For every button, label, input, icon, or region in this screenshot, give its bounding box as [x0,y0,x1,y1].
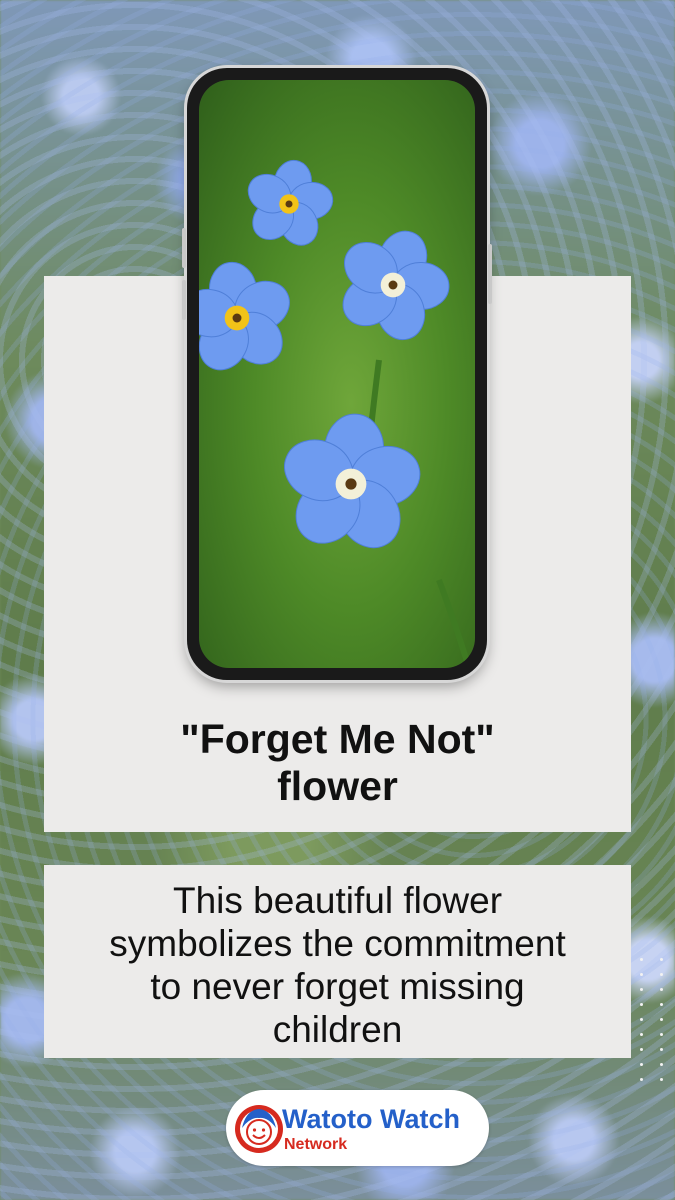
logo-name: Watoto Watch [282,1104,460,1134]
decorative-dot [640,1063,643,1066]
decorative-dot [660,1033,663,1036]
title-line-2: flower [277,763,398,809]
decorative-dot [660,1063,663,1066]
title-line-1: "Forget Me Not" [180,716,495,762]
flower-1 [247,159,334,246]
flower-4 [284,413,421,549]
decorative-dot [660,1018,663,1021]
decorative-dot [660,988,663,991]
flower-3 [342,230,450,341]
decorative-dot [660,1048,663,1051]
decorative-dots [634,958,674,1088]
decorative-dot [660,1003,663,1006]
description-line-4: children [272,1009,403,1050]
decorative-dot [640,1003,643,1006]
phone-mockup [182,68,492,680]
description-line-1: This beautiful flower [172,880,503,921]
decorative-dot [640,1078,643,1081]
phone-side-button [488,244,492,304]
page-title: "Forget Me Not" flower [44,716,631,810]
decorative-dot [640,958,643,961]
decorative-dot [640,1048,643,1051]
decorative-dot [640,973,643,976]
description-line-2: symbolizes the commitment [109,923,566,964]
description-line-3: to never forget missing [150,966,525,1007]
decorative-dot [660,958,663,961]
decorative-dot [660,973,663,976]
decorative-dot [660,1078,663,1081]
phone-screen-flower-photo [199,80,475,668]
description-text: This beautiful flower symbolizes the com… [44,879,631,1051]
decorative-dot [640,988,643,991]
flower-2 [199,261,290,371]
decorative-dot [640,1033,643,1036]
decorative-dot [640,1018,643,1021]
watoto-watch-logo: Watoto Watch Network [226,1090,489,1166]
phone-side-button [182,280,186,320]
child-face-logo-icon [235,1105,283,1153]
logo-subtitle: Network [284,1136,348,1153]
forget-me-not-flowers-image [199,159,472,668]
phone-side-button [182,228,186,268]
